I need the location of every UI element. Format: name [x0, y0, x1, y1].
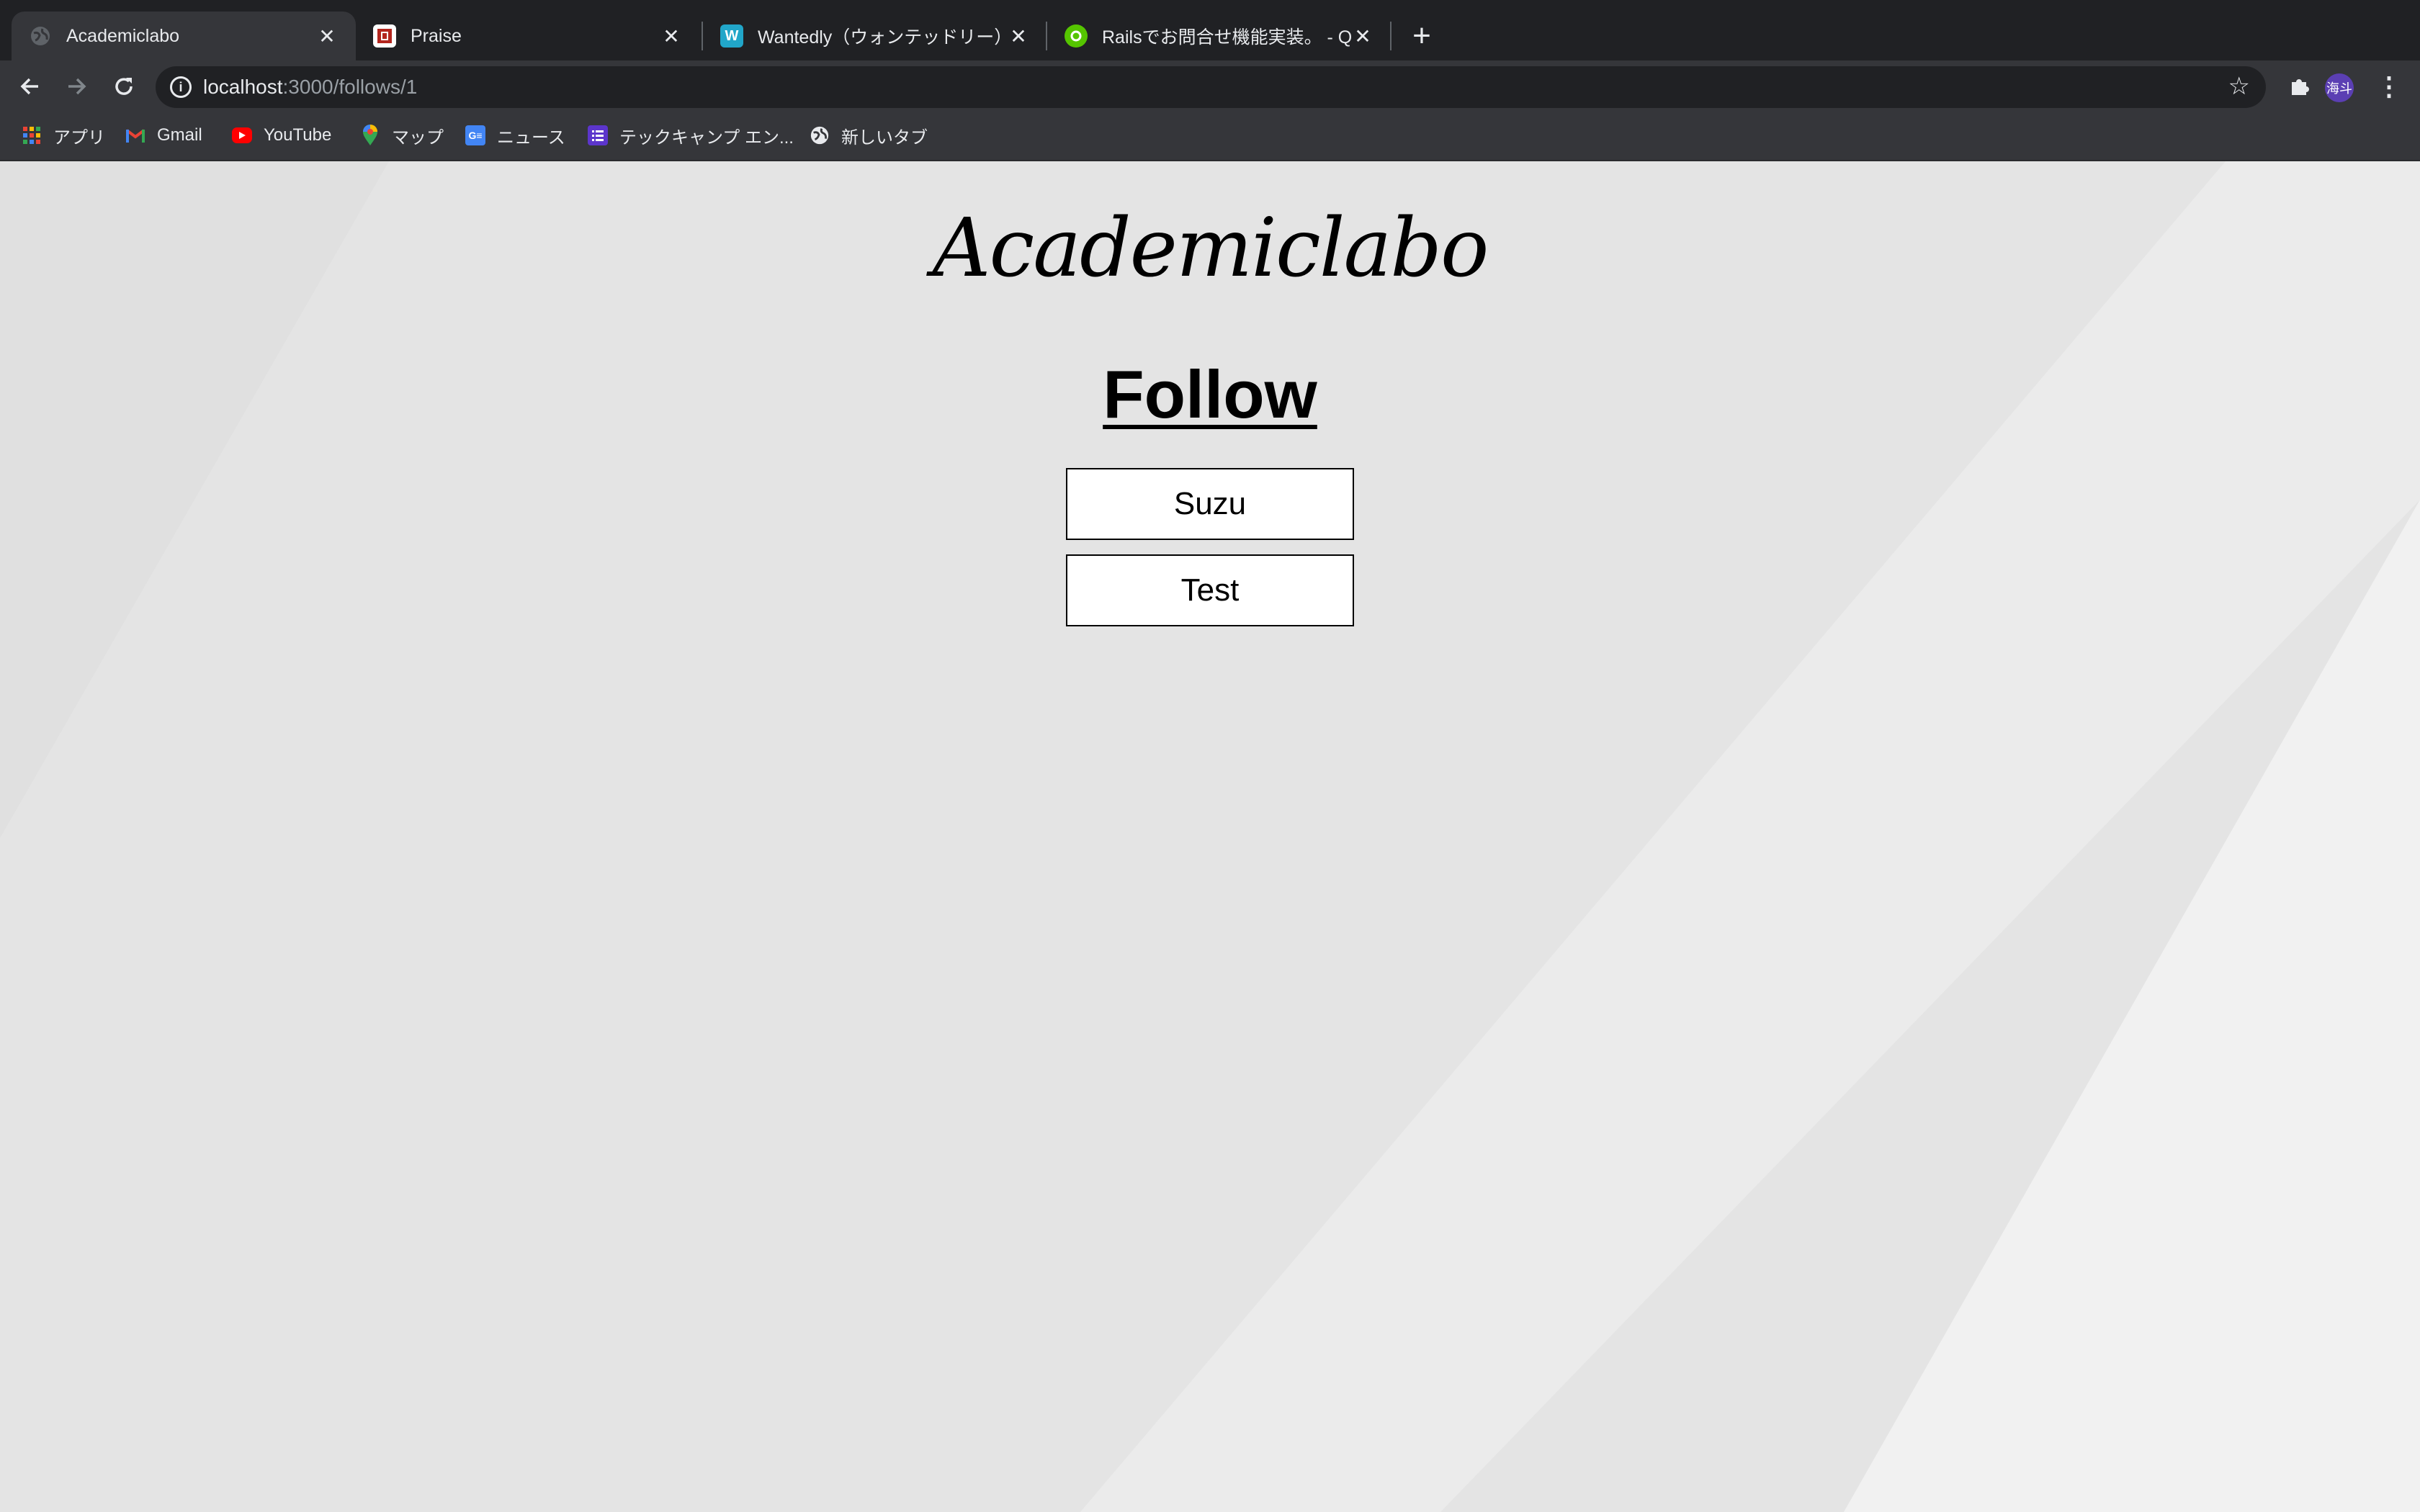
- browser-toolbar: i localhost:3000/follows/1 ☆ 海斗 ⋮: [0, 60, 2420, 112]
- bookmarks-bar: アプリ Gmail YouTube マップ G≡ ニュース テックキャンプ エン…: [0, 112, 2420, 161]
- follow-user-name: Suzu: [1173, 486, 1247, 521]
- tab-title: Wantedly（ウォンテッドリー）は: [758, 27, 1007, 48]
- bookmark-label: Gmail: [157, 125, 202, 145]
- tab-title: Academiclabo: [66, 25, 180, 46]
- extensions-puzzle-icon[interactable]: [2280, 68, 2318, 105]
- bookmark-news[interactable]: G≡ ニュース: [465, 121, 565, 150]
- bookmark-techcamp[interactable]: テックキャンプ エン...: [588, 121, 794, 150]
- bookmark-youtube[interactable]: YouTube: [232, 121, 331, 150]
- list-icon: [588, 125, 608, 145]
- news-icon: G≡: [465, 125, 485, 145]
- bookmark-maps[interactable]: マップ: [360, 121, 444, 150]
- new-tab-plus-icon[interactable]: +: [1406, 16, 1438, 56]
- forward-arrow-icon[interactable]: [58, 68, 95, 105]
- youtube-icon: [232, 127, 252, 143]
- gmail-icon: [125, 125, 145, 145]
- bookmark-label: YouTube: [264, 125, 332, 145]
- globe-icon: [29, 24, 52, 48]
- url-host: localhost: [203, 76, 283, 98]
- praise-favicon: [373, 24, 396, 48]
- close-icon[interactable]: ✕: [1351, 24, 1374, 48]
- globe-icon: [810, 125, 830, 145]
- tab-title: Praise: [411, 25, 462, 46]
- page-viewport: Academiclabo Follow Suzu Test: [0, 161, 2420, 1512]
- url-path: :3000/follows/1: [282, 76, 418, 98]
- follow-user-name: Test: [1180, 572, 1240, 608]
- bookmark-label: アプリ: [53, 127, 105, 148]
- profile-avatar[interactable]: 海斗: [2325, 73, 2354, 102]
- follow-user-link[interactable]: Test: [1066, 554, 1354, 626]
- bookmark-label: ニュース: [497, 127, 565, 148]
- site-logo[interactable]: Academiclabo: [0, 202, 2420, 295]
- qiita-favicon: [1065, 24, 1088, 48]
- tab-wantedly[interactable]: W Wantedly（ウォンテッドリー）は ✕: [703, 12, 1047, 60]
- tab-separator: [1390, 22, 1392, 50]
- maps-pin-icon: [360, 125, 380, 145]
- address-bar[interactable]: i localhost:3000/follows/1 ☆: [156, 66, 2266, 108]
- bookmark-newtab[interactable]: 新しいタブ: [810, 121, 928, 150]
- kebab-menu-icon[interactable]: ⋮: [2372, 68, 2406, 105]
- wantedly-favicon: W: [720, 24, 743, 48]
- page-title: Follow: [1103, 356, 1317, 432]
- bookmark-label: テックキャンプ エン...: [619, 127, 794, 148]
- bookmark-label: 新しいタブ: [841, 127, 928, 148]
- bookmark-star-icon[interactable]: ☆: [2228, 72, 2250, 101]
- tab-title: Railsでお問合せ機能実装。 - Qiita: [1102, 27, 1351, 48]
- tab-qiita[interactable]: Railsでお問合せ機能実装。 - Qiita ✕: [1047, 12, 1392, 60]
- follow-user-link[interactable]: Suzu: [1066, 468, 1354, 540]
- bookmark-gmail[interactable]: Gmail: [125, 121, 202, 150]
- tab-academiclabo[interactable]: Academiclabo ✕: [12, 12, 356, 60]
- reload-icon[interactable]: [105, 68, 143, 105]
- bookmark-apps[interactable]: アプリ: [22, 121, 105, 150]
- close-icon[interactable]: ✕: [660, 24, 683, 48]
- close-icon[interactable]: ✕: [315, 24, 339, 48]
- bookmark-label: マップ: [392, 127, 444, 148]
- back-arrow-icon[interactable]: [12, 68, 49, 105]
- apps-grid-icon: [22, 125, 42, 145]
- tab-strip: Academiclabo ✕ Praise ✕ W Wantedly（ウォンテッ…: [0, 0, 2420, 60]
- tab-praise[interactable]: Praise ✕: [356, 12, 700, 60]
- site-info-icon[interactable]: i: [170, 76, 192, 98]
- close-icon[interactable]: ✕: [1007, 24, 1030, 48]
